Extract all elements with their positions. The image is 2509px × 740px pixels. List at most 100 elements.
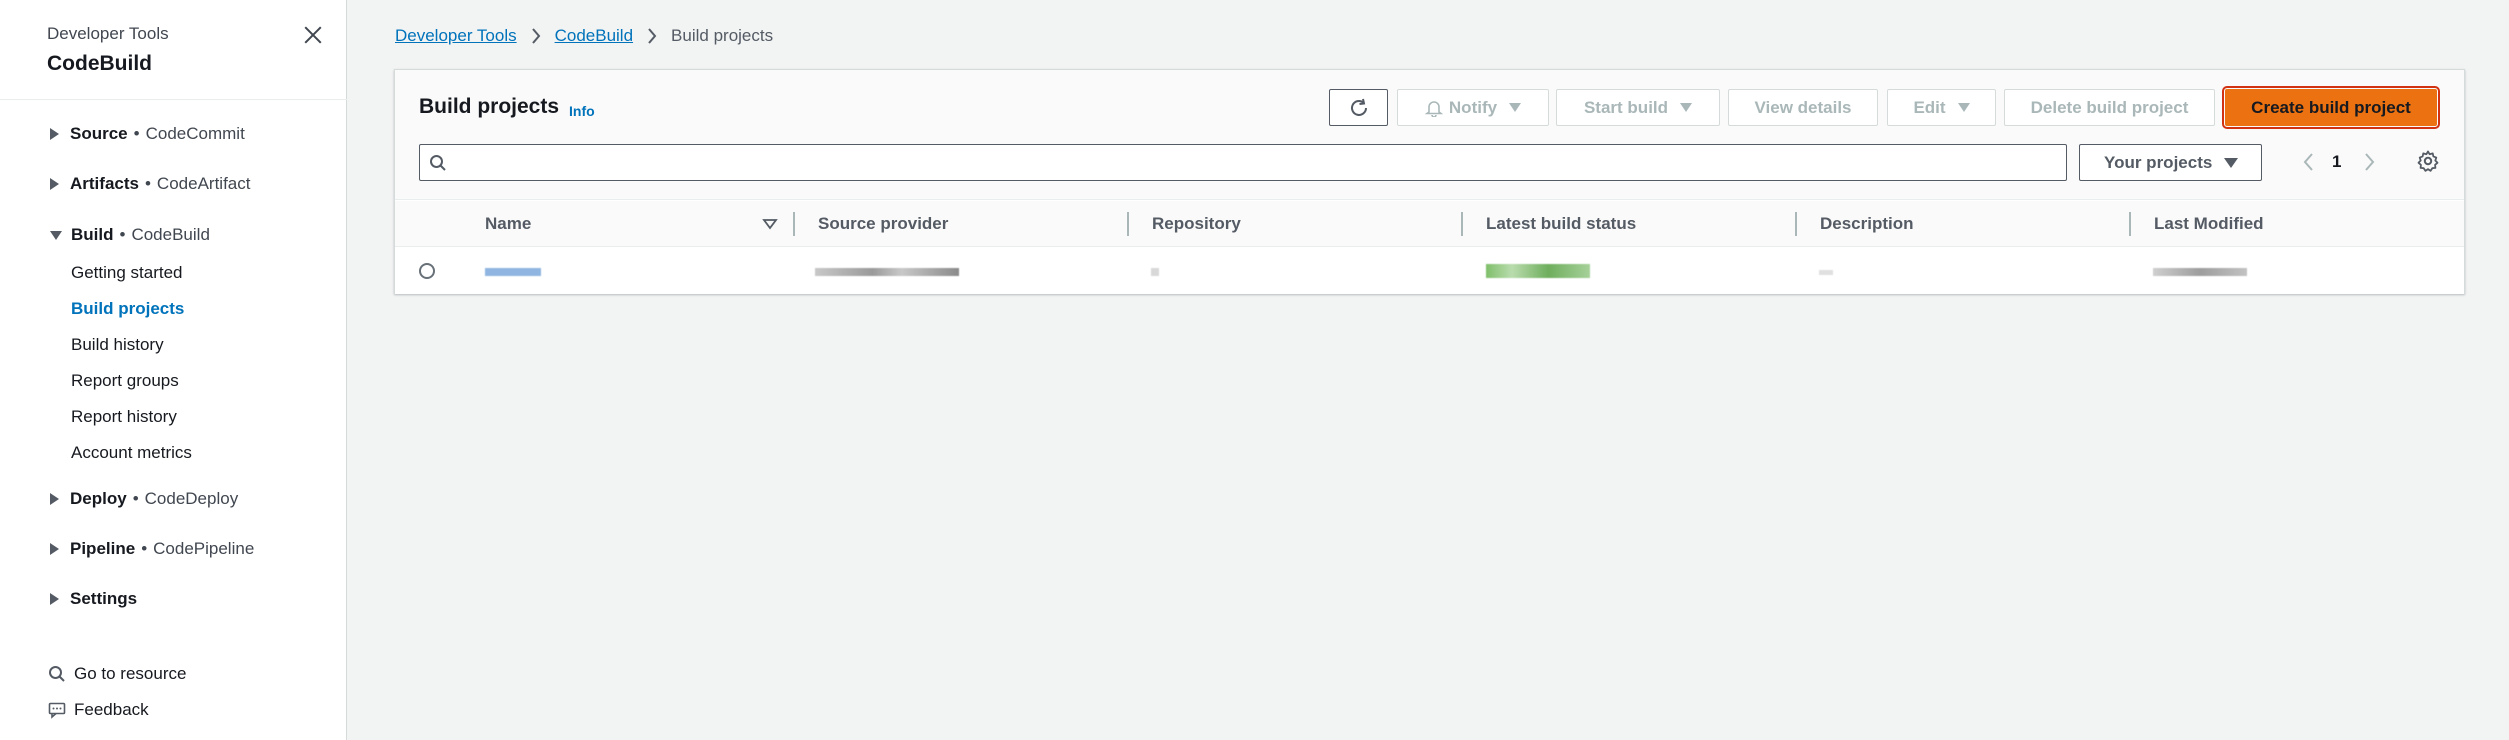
- caret-down-icon: [50, 230, 62, 240]
- section-separator: •: [119, 225, 126, 244]
- column-header-repository[interactable]: Repository: [1152, 201, 1241, 247]
- breadcrumb-codebuild[interactable]: CodeBuild: [555, 26, 633, 46]
- panel-header: Build projects Info Notify Start build V…: [395, 70, 2464, 200]
- sidebar-section-deploy[interactable]: Deploy • CodeDeploy: [50, 487, 238, 511]
- close-icon[interactable]: [300, 22, 326, 48]
- view-details-button[interactable]: View details: [1728, 89, 1878, 126]
- column-resizer[interactable]: [1461, 212, 1463, 236]
- caret-down-icon: [1957, 103, 1970, 112]
- search-icon: [430, 155, 446, 171]
- feedback-label: Feedback: [74, 700, 149, 719]
- sidebar-item-build-projects[interactable]: Build projects: [71, 299, 184, 319]
- next-page-button[interactable]: [2357, 150, 2381, 174]
- caret-down-icon: [1680, 103, 1693, 112]
- breadcrumb-current: Build projects: [671, 26, 774, 45]
- previous-page-button[interactable]: [2297, 150, 2321, 174]
- build-status-redacted: [1486, 264, 1590, 278]
- column-resizer[interactable]: [793, 212, 795, 236]
- repository-redacted: [1151, 268, 1159, 276]
- search-icon: [49, 666, 65, 682]
- column-header-source-provider[interactable]: Source provider: [818, 201, 948, 247]
- bell-icon: [1424, 100, 1443, 117]
- breadcrumb-developer-tools[interactable]: Developer Tools: [395, 26, 517, 46]
- build-projects-panel: Build projects Info Notify Start build V…: [394, 69, 2465, 294]
- sort-descending-icon[interactable]: [761, 215, 779, 233]
- chevron-right-icon: [647, 28, 657, 44]
- table-row[interactable]: [395, 248, 2464, 294]
- create-label: Create build project: [2251, 97, 2411, 117]
- section-label: Source: [70, 124, 128, 143]
- chevron-right-icon: [531, 28, 541, 44]
- feedback-icon: [48, 702, 66, 719]
- search-field[interactable]: [419, 144, 2067, 181]
- edit-button[interactable]: Edit: [1887, 89, 1996, 126]
- description-redacted: [1819, 270, 1833, 275]
- section-label: Pipeline: [70, 539, 136, 558]
- column-resizer[interactable]: [1127, 212, 1129, 236]
- sidebar-item-account-metrics[interactable]: Account metrics: [71, 443, 192, 463]
- column-resizer[interactable]: [2129, 212, 2131, 236]
- sidebar-section-build[interactable]: Build • CodeBuild: [50, 223, 210, 247]
- project-name-link-redacted[interactable]: [485, 268, 541, 276]
- sidebar-item-report-history[interactable]: Report history: [71, 407, 177, 427]
- sidebar-item-build-history[interactable]: Build history: [71, 335, 164, 355]
- sidebar-item-report-groups[interactable]: Report groups: [71, 371, 179, 391]
- section-service: CodeDeploy: [144, 489, 239, 508]
- sidebar-section-source[interactable]: Source • CodeCommit: [50, 122, 245, 146]
- row-select-radio[interactable]: [419, 263, 435, 279]
- sidebar-section-pipeline[interactable]: Pipeline • CodePipeline: [50, 537, 254, 561]
- caret-right-icon: [50, 543, 59, 555]
- sidebar-title[interactable]: CodeBuild: [47, 52, 152, 76]
- info-link[interactable]: Info: [569, 103, 595, 119]
- section-service: CodeCommit: [145, 124, 245, 143]
- caret-right-icon: [50, 593, 59, 605]
- delete-build-project-button[interactable]: Delete build project: [2004, 89, 2215, 126]
- side-navigation: Developer Tools CodeBuild Source • CodeC…: [0, 0, 347, 740]
- refresh-button[interactable]: [1329, 89, 1388, 126]
- projects-filter-value: Your projects: [2104, 152, 2213, 172]
- sidebar-super-title[interactable]: Developer Tools: [47, 24, 169, 44]
- projects-filter-select[interactable]: Your projects: [2079, 144, 2262, 181]
- breadcrumb: Developer Tools CodeBuild Build projects: [395, 24, 773, 48]
- chevron-right-icon: [2365, 153, 2375, 171]
- search-input[interactable]: [454, 147, 2054, 178]
- section-label: Artifacts: [70, 174, 139, 193]
- section-service: CodeArtifact: [156, 174, 251, 193]
- section-label: Settings: [70, 589, 138, 608]
- feedback-link[interactable]: Feedback: [48, 699, 149, 721]
- section-service: CodePipeline: [153, 539, 255, 558]
- section-separator: •: [133, 124, 140, 143]
- go-to-resource-link[interactable]: Go to resource: [48, 663, 186, 685]
- last-modified-redacted: [2153, 268, 2247, 276]
- gear-icon[interactable]: [2416, 149, 2440, 173]
- column-header-description[interactable]: Description: [1820, 201, 1914, 247]
- start-build-button[interactable]: Start build: [1556, 89, 1720, 126]
- column-resizer[interactable]: [1795, 212, 1797, 236]
- chevron-left-icon: [2303, 153, 2313, 171]
- notify-button[interactable]: Notify: [1397, 89, 1549, 126]
- refresh-icon: [1350, 98, 1367, 116]
- caret-right-icon: [50, 178, 59, 190]
- notify-label: Notify: [1448, 97, 1498, 117]
- sidebar-item-getting-started[interactable]: Getting started: [71, 263, 183, 283]
- create-build-project-button[interactable]: Create build project: [2222, 86, 2440, 129]
- caret-right-icon: [50, 493, 59, 505]
- caret-right-icon: [50, 128, 59, 140]
- section-separator: •: [141, 539, 148, 558]
- start-build-label: Start build: [1583, 97, 1669, 117]
- column-header-last-modified[interactable]: Last Modified: [2154, 201, 2264, 247]
- section-separator: •: [132, 489, 139, 508]
- caret-down-icon: [2224, 157, 2239, 168]
- sidebar-section-artifacts[interactable]: Artifacts • CodeArtifact: [50, 172, 250, 196]
- edit-label: Edit: [1913, 97, 1946, 117]
- column-header-latest-build-status[interactable]: Latest build status: [1486, 201, 1636, 247]
- sidebar-header: Developer Tools CodeBuild: [0, 0, 347, 100]
- panel-title: Build projects: [419, 95, 560, 118]
- sidebar-section-settings[interactable]: Settings: [50, 587, 137, 611]
- delete-label: Delete build project: [2030, 97, 2189, 117]
- page-number[interactable]: 1: [2332, 152, 2341, 172]
- caret-down-icon: [1509, 103, 1522, 112]
- column-header-name[interactable]: Name: [485, 201, 531, 247]
- section-label: Deploy: [70, 489, 127, 508]
- source-provider-redacted: [815, 268, 959, 276]
